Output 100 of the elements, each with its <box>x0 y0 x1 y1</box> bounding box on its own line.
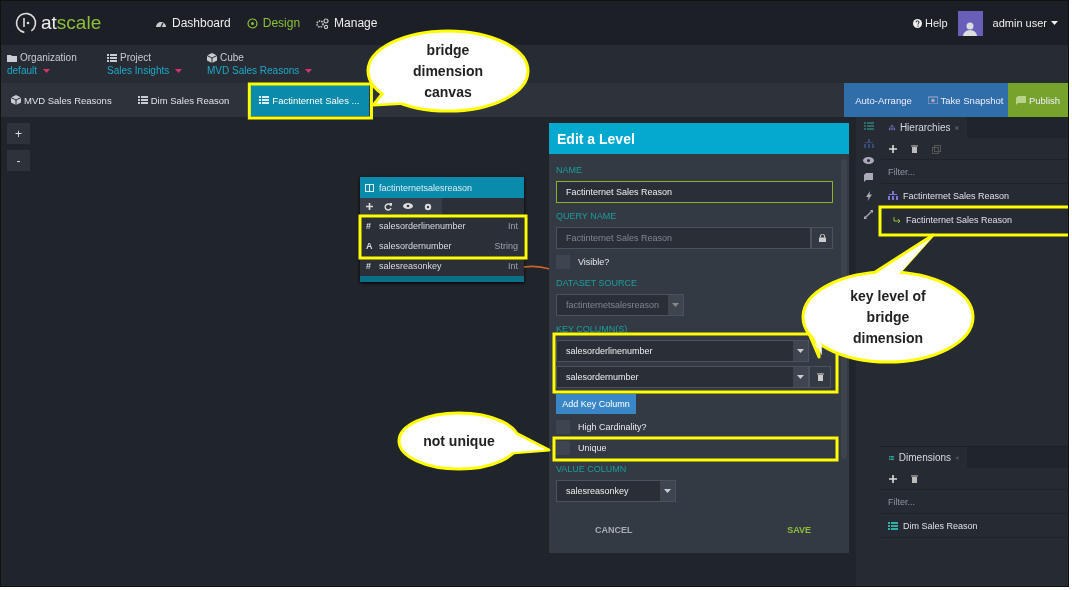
save-button[interactable]: SAVE <box>781 524 817 536</box>
plus-icon <box>366 203 373 210</box>
column-name: salesorderlinenumber <box>379 221 467 231</box>
nav-link[interactable]: Dashboard <box>155 16 231 30</box>
checkbox-label: Visible? <box>578 257 610 267</box>
child-arrow-icon <box>893 216 901 224</box>
dropdown[interactable]: salesreasonkey <box>556 480 676 502</box>
hierarchy-icon <box>863 139 874 148</box>
breadcrumb-dropdown[interactable]: default <box>7 65 107 76</box>
eye-icon <box>403 203 413 209</box>
add-key-column-button[interactable]: Add Key Column <box>556 394 636 414</box>
dropdown[interactable]: salesorderlinenumber <box>556 340 809 362</box>
column-type: Int <box>508 221 518 231</box>
field-label: VALUE COLUMN <box>556 463 628 476</box>
cube-icon <box>207 52 217 63</box>
panel-tab[interactable]: Dimensions <box>881 447 967 468</box>
nav-link[interactable]: Design <box>246 16 301 30</box>
zoom-button[interactable]: - <box>7 150 30 171</box>
caret-icon <box>43 68 51 73</box>
table-icon <box>365 183 374 192</box>
logo-text: atscale <box>41 12 102 34</box>
list-icon <box>259 96 270 104</box>
checkbox-label: Unique <box>578 443 607 453</box>
tree-item[interactable]: Dim Sales Reason <box>881 514 1068 538</box>
trash-icon <box>911 475 918 483</box>
caret-icon <box>1051 21 1058 25</box>
nav-link[interactable]: Manage <box>316 16 378 30</box>
panel-tab[interactable]: Hierarchies <box>881 117 967 138</box>
hierarchy-icon <box>889 123 895 132</box>
table-node[interactable]: factinternetsalesreason # salesorderlinenumber Int A salesordernumber String # salesreasonkey Int <box>360 177 524 282</box>
table-node-title: factinternetsalesreason <box>379 182 473 193</box>
field-label: DATASET SOURCE <box>556 277 638 290</box>
dropdown: factinternetsalesreason <box>556 294 684 316</box>
dropdown[interactable]: salesordernumber <box>556 366 809 388</box>
column-name: salesordernumber <box>379 241 453 251</box>
lock-button[interactable] <box>811 227 833 249</box>
column-name: salesreasonkey <box>379 261 443 271</box>
tab[interactable]: MVD Sales Reasons <box>5 84 118 116</box>
panel-tab-label: Hierarchies <box>899 122 951 133</box>
trash-icon <box>816 373 824 381</box>
list-icon <box>863 122 874 130</box>
breadcrumb-dropdown[interactable]: Sales Insights <box>107 65 207 76</box>
delete-button[interactable] <box>809 366 831 388</box>
plus-icon <box>889 475 897 483</box>
field-label: QUERY NAME <box>556 210 618 223</box>
list-icon <box>888 521 898 530</box>
field-label: KEY COLUMN(S) <box>556 323 629 336</box>
breadcrumb-label: Organization <box>7 52 107 63</box>
column-row[interactable]: # salesorderlinenumber Int <box>360 216 524 236</box>
column-row[interactable]: # salesreasonkey Int <box>360 256 524 276</box>
zoom-button[interactable]: + <box>7 123 30 144</box>
breadcrumb-label: Project <box>107 52 207 63</box>
cancel-button[interactable]: CANCEL <box>589 524 639 536</box>
lock-icon <box>818 234 826 242</box>
callout-text: not unique <box>422 431 496 451</box>
column-type: Int <box>508 261 518 271</box>
breadcrumb-label: Cube <box>207 52 347 63</box>
trash-icon <box>911 145 918 153</box>
toolbar-button[interactable]: Auto-Arrange <box>844 83 923 117</box>
toolbar-button[interactable]: Take Snapshot <box>923 83 1008 117</box>
tree-item[interactable]: Factinternet Sales Reason <box>881 184 1068 208</box>
avatar[interactable] <box>957 10 983 36</box>
close-icon <box>955 124 959 131</box>
field-label: NAME <box>556 164 583 177</box>
bolt-icon <box>865 191 872 201</box>
checkbox-label: High Cardinality? <box>578 422 647 432</box>
caret-icon <box>305 68 313 73</box>
checkbox[interactable] <box>556 441 570 455</box>
compass-icon <box>246 17 258 29</box>
breadcrumb-dropdown[interactable]: MVD Sales Reasons <box>207 65 347 76</box>
panel-title: Edit a Level <box>549 123 849 154</box>
help-link[interactable]: Help <box>912 17 948 29</box>
callout-text: bridge dimension canvas <box>412 40 484 102</box>
caret-icon <box>797 375 804 379</box>
tree-item[interactable]: Factinternet Sales Reason <box>881 208 1068 232</box>
list-icon <box>107 53 117 62</box>
camera-icon <box>927 96 938 104</box>
column-row[interactable]: A salesordernumber String <box>360 236 524 256</box>
settings-icon <box>424 203 432 211</box>
eye-icon <box>863 157 874 164</box>
type-icon: A <box>366 241 374 251</box>
type-icon: # <box>366 261 374 271</box>
caret-icon <box>664 489 671 493</box>
tab[interactable]: Factinternet Sales ... <box>249 84 370 116</box>
person-icon <box>963 20 978 36</box>
text-field[interactable]: Factinternet Sales Reason <box>556 181 833 203</box>
logo-mark-icon <box>15 12 37 34</box>
copy-icon <box>932 144 941 154</box>
user-menu[interactable]: admin user <box>992 17 1058 29</box>
gears-icon <box>316 17 330 29</box>
list-icon <box>137 96 148 104</box>
caret-icon <box>175 68 183 73</box>
hierarchy-icon <box>888 191 898 200</box>
folder-icon <box>7 53 17 62</box>
refresh-icon <box>384 203 392 211</box>
caret-icon <box>797 349 804 353</box>
help-icon <box>912 18 922 28</box>
arrows-icon <box>864 210 873 219</box>
panel-tab-label: Dimensions <box>898 452 952 463</box>
tab[interactable]: Dim Sales Reason <box>131 84 236 116</box>
